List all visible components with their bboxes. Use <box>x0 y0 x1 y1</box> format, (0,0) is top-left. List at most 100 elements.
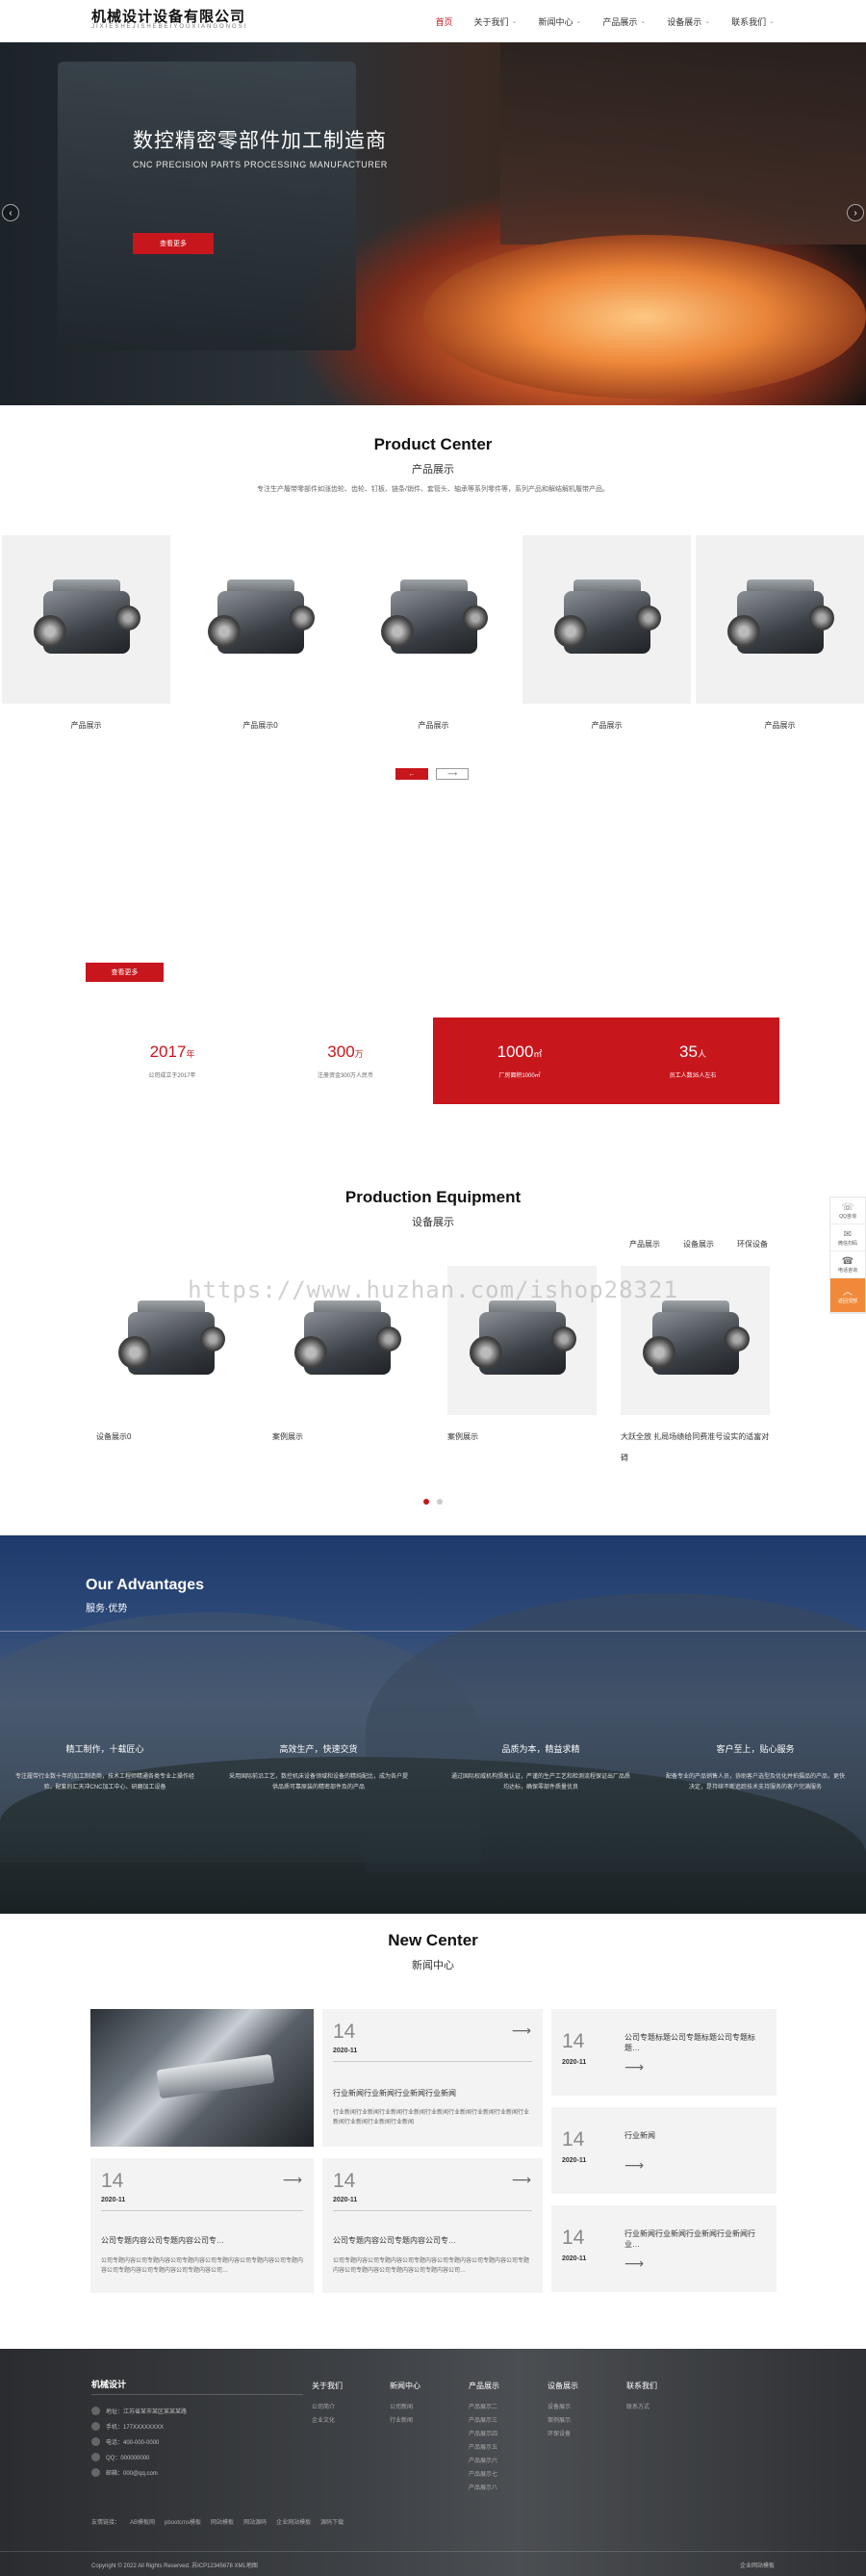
header: 机械设计设备有限公司 JIXIESHEJISHEBEIYOUXIANGONGSI… <box>0 0 866 42</box>
footer-col-title[interactable]: 设备展示 <box>548 2381 578 2391</box>
footer-link[interactable]: 企业文化 <box>312 2414 343 2428</box>
banner-subtitle: CNC PRECISION PARTS PROCESSING MANUFACTU… <box>133 160 388 169</box>
chevron-down-icon: ⌄ <box>704 18 711 25</box>
pager-prev-button[interactable]: ← <box>395 768 428 780</box>
carousel-dot[interactable] <box>423 1499 429 1505</box>
equipment-tabs: 产品展示 设备展示 环保设备 <box>629 1239 768 1249</box>
nav-equipment[interactable]: 设备展示 ⌄ <box>667 15 710 28</box>
nav-contact[interactable]: 联系我们 ⌄ <box>731 15 775 28</box>
stat-area: 1000㎡ 厂房面积1000㎡ <box>433 1018 606 1104</box>
news-card-featured[interactable]: 14 2020-11 ⟶ 行业新闻行业新闻行业新闻行业新闻 行业新闻行业新闻行业… <box>322 2009 543 2147</box>
product-card[interactable]: 产品展示 <box>522 535 691 731</box>
footer-col-title[interactable]: 联系我们 <box>626 2381 657 2391</box>
news-card-small[interactable]: 14 2020-11 行业新闻 ⟶ <box>551 2107 777 2194</box>
footer-link[interactable]: 公司新闻 <box>390 2401 420 2414</box>
advantage-title: 高效生产，快速交货 <box>279 1744 358 1754</box>
footer-link[interactable]: 环保设备 <box>548 2428 578 2441</box>
news-day: 14 <box>562 2030 585 2052</box>
carousel-dot[interactable] <box>437 1499 443 1505</box>
footer-col-title[interactable]: 新闻中心 <box>390 2381 420 2391</box>
footer-link[interactable]: 产品展示五 <box>469 2441 499 2455</box>
friendly-link[interactable]: 网站源码 <box>243 2517 267 2526</box>
banner-prev-arrow-icon[interactable]: ‹ <box>2 204 19 221</box>
footer-logo: 机械设计 <box>91 2380 127 2389</box>
arrow-right-icon[interactable]: ⟶ <box>624 2255 644 2272</box>
chevron-down-icon: ⌄ <box>511 18 518 25</box>
friendly-links-label: 友情链接： <box>91 2520 121 2526</box>
tab-eco-equipment[interactable]: 环保设备 <box>737 1239 768 1249</box>
arrow-right-icon[interactable]: ⟶ <box>512 2022 531 2039</box>
friendly-link[interactable]: 网站模板 <box>211 2517 234 2526</box>
company-stats: 2017年 公司成立于2017年 300万 注册资金300万人民币 1000㎡ … <box>86 1018 779 1104</box>
news-day: 14 <box>333 2170 356 2192</box>
footer-link[interactable]: 产品展示六 <box>469 2455 499 2468</box>
side-wechat-button[interactable]: ✉ 微信扫码 <box>830 1224 865 1251</box>
news-desc: 公司专题内容公司专题内容公司专题内容公司专题内容公司专题内容公司专题内容公司专题… <box>101 2258 304 2274</box>
equipment-title: Production Equipment <box>344 1188 522 1206</box>
advantages-subtitle: 服务·优势 <box>86 1604 128 1614</box>
side-qq-button[interactable]: ☏ QQ咨询 <box>830 1198 865 1224</box>
arrow-right-icon[interactable]: ⟶ <box>624 2059 644 2075</box>
main-nav: 首页 关于我们 ⌄ 新闻中心 ⌄ 产品展示 ⌄ 设备展示 ⌄ 联系我们 ⌄ <box>436 0 775 42</box>
footer-link[interactable]: 产品展示三 <box>469 2414 499 2428</box>
side-label: 返回顶部 <box>837 1298 857 1304</box>
tab-products[interactable]: 产品展示 <box>629 1239 660 1249</box>
logo-title[interactable]: 机械设计设备有限公司 <box>91 6 245 26</box>
nav-home[interactable]: 首页 <box>436 15 453 28</box>
product-card[interactable]: 产品展示 <box>696 535 864 731</box>
advantage-item: 高效生产，快速交货 采用国际前沿工艺，数控机床设备领域和设备的精纯配比，成为各户… <box>227 1742 410 1793</box>
product-card[interactable]: 产品展示 <box>349 535 518 731</box>
arrow-right-icon[interactable]: ⟶ <box>283 2172 302 2188</box>
footer-link[interactable]: 产品展示二 <box>469 2401 499 2414</box>
news-card-small[interactable]: 14 2020-11 公司专题标题公司专题标题公司专题标题… ⟶ <box>551 2009 777 2096</box>
footer-link[interactable]: 设备展示 <box>548 2401 578 2414</box>
tab-equipment[interactable]: 设备展示 <box>683 1239 714 1249</box>
about-more-button[interactable]: 查看更多 <box>86 963 164 982</box>
friendly-link[interactable]: 源码下载 <box>320 2517 344 2526</box>
arrow-right-icon[interactable]: ⟶ <box>624 2157 644 2174</box>
copyright: Copyright © 2022 All Rights Reserved. 苏I… <box>91 2563 258 2569</box>
nav-label: 首页 <box>435 16 453 27</box>
chevron-up-icon: ︿ <box>843 1286 853 1298</box>
phone-icon <box>91 2437 100 2446</box>
products-title: Product Center <box>373 435 493 453</box>
product-image <box>522 535 691 704</box>
back-to-top-button[interactable]: ︿ 返回顶部 <box>830 1278 865 1313</box>
product-card[interactable]: 产品展示0 <box>176 535 344 731</box>
news-featured-image[interactable] <box>90 2009 314 2147</box>
pager-next-button[interactable]: ⟶ <box>436 768 469 780</box>
nav-label: 联系我们 <box>731 16 767 27</box>
footer-link[interactable]: 行业新闻 <box>390 2414 420 2428</box>
nav-label: 关于我们 <box>473 16 509 27</box>
nav-about[interactable]: 关于我们 ⌄ <box>474 15 518 28</box>
footer-right-link[interactable]: 企业网站模板 <box>740 2561 775 2569</box>
friendly-link[interactable]: AB模板网 <box>130 2517 155 2526</box>
news-date: 2020-11 <box>333 2048 358 2054</box>
footer-col-title[interactable]: 产品展示 <box>469 2381 499 2391</box>
news-card-small[interactable]: 14 2020-11 行业新闻行业新闻行业新闻行业新闻行业… ⟶ <box>551 2205 777 2292</box>
news-desc: 公司专题内容公司专题内容公司专题内容公司专题内容公司专题内容公司专题内容公司专题… <box>333 2258 530 2274</box>
footer-col-title[interactable]: 关于我们 <box>312 2381 343 2391</box>
nav-products[interactable]: 产品展示 ⌄ <box>602 15 646 28</box>
footer-link[interactable]: 产品展示四 <box>469 2428 499 2441</box>
product-card[interactable]: 产品展示 <box>2 535 170 731</box>
product-label: 产品展示0 <box>242 721 278 730</box>
wechat-icon: ✉ <box>843 1228 853 1240</box>
footer-link[interactable]: 产品展示八 <box>469 2482 499 2495</box>
footer-link[interactable]: 公司简介 <box>312 2401 343 2414</box>
contact-email: 邮箱：000@qq.com <box>91 2468 158 2477</box>
nav-news[interactable]: 新闻中心 ⌄ <box>538 15 581 28</box>
banner-next-arrow-icon[interactable]: › <box>847 204 864 221</box>
footer-link[interactable]: 案例展示 <box>548 2414 578 2428</box>
news-card[interactable]: 14 2020-11 ⟶ 公司专题内容公司专题内容公司专… 公司专题内容公司专题… <box>90 2158 314 2293</box>
news-card[interactable]: 14 2020-11 ⟶ 公司专题内容公司专题内容公司专… 公司专题内容公司专题… <box>322 2158 543 2293</box>
footer-link[interactable]: 产品展示七 <box>469 2468 499 2482</box>
banner-title: 数控精密零部件加工制造商 <box>133 130 387 152</box>
friendly-link[interactable]: pbootcms模板 <box>165 2517 201 2526</box>
stat-number: 35人 <box>679 1043 706 1061</box>
arrow-right-icon[interactable]: ⟶ <box>512 2172 531 2188</box>
friendly-link[interactable]: 企业网站模板 <box>276 2517 311 2526</box>
footer-link[interactable]: 联系方式 <box>626 2401 657 2414</box>
banner-more-button[interactable]: 查看更多 <box>133 233 214 254</box>
side-phone-button[interactable]: ☎ 电话咨询 <box>830 1251 865 1278</box>
